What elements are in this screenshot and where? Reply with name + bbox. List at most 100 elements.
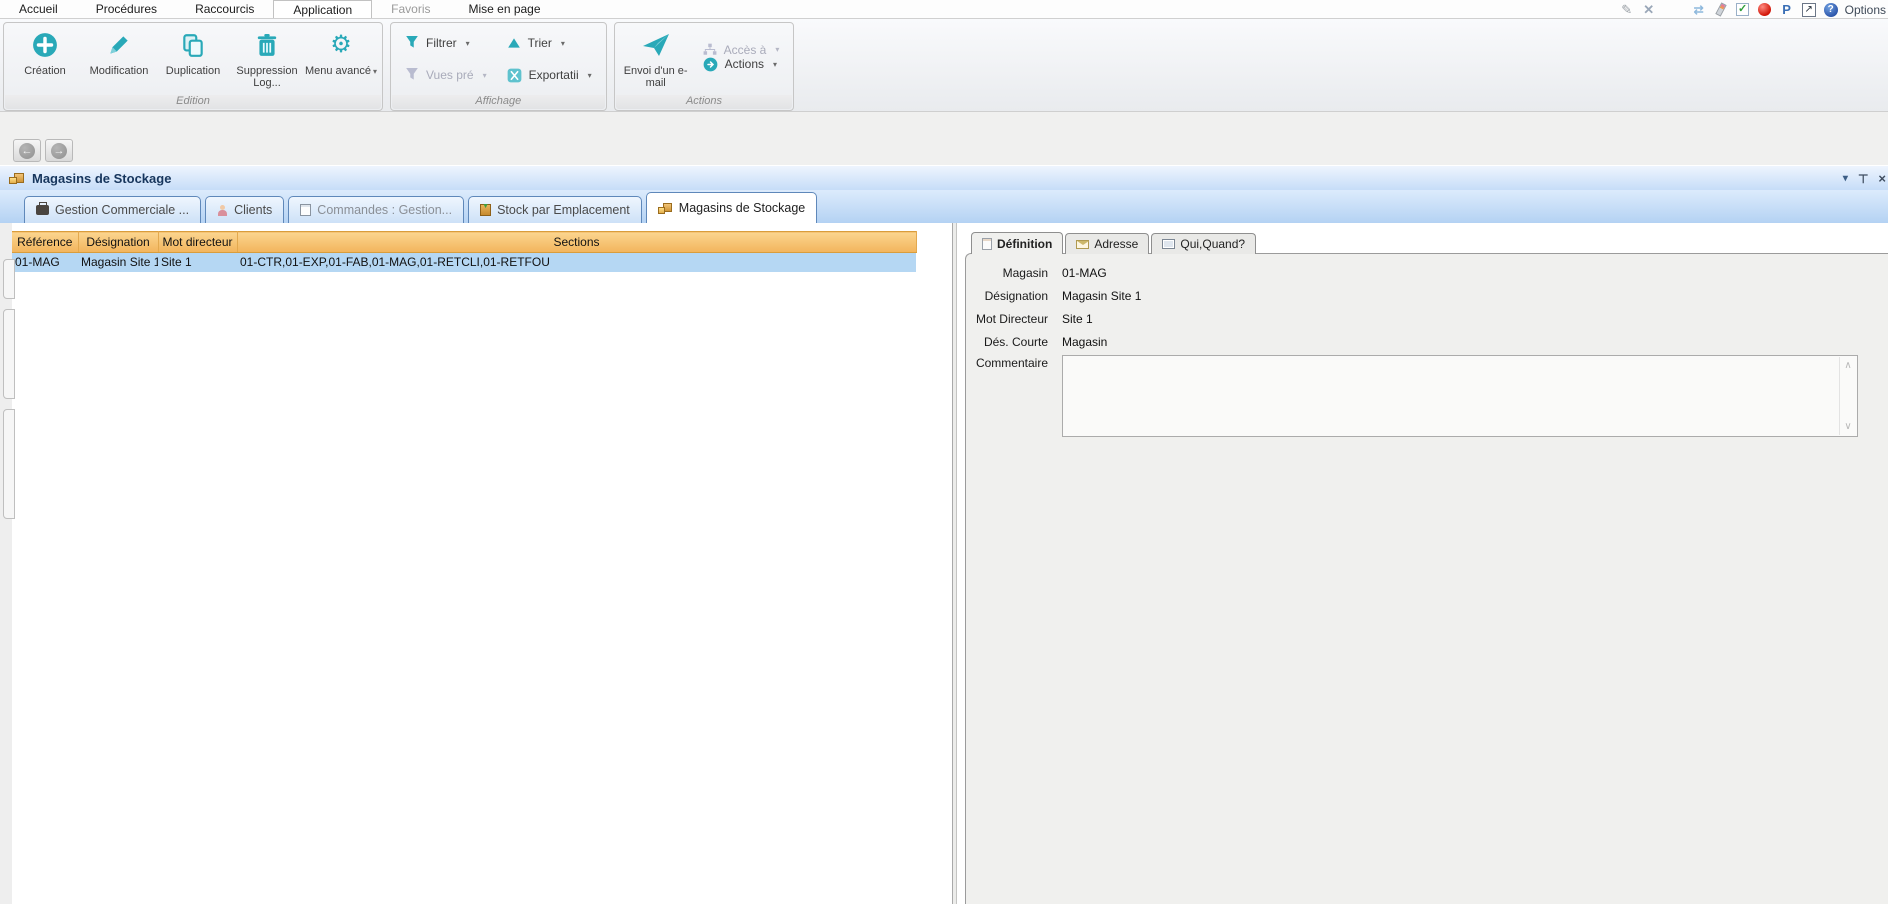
document-tab-strip: Gestion Commerciale ... Clients Commande… [0,190,1888,223]
back-arrow-icon: ← [19,143,35,159]
table-header-row: Référence Désignation Mot directeur Sect… [12,232,916,253]
monitor-icon [1162,239,1175,249]
tab-magasins-de-stockage[interactable]: Magasins de Stockage [646,192,817,223]
actions-button[interactable]: Actions ▾ [693,57,790,72]
plus-circle-icon [32,29,58,61]
column-header-mot-directeur[interactable]: Mot directeur [158,232,237,253]
forward-arrow-icon: → [51,143,67,159]
refresh-icon[interactable]: ⇄ [1691,2,1707,17]
trier-button[interactable]: Trier ▾ [497,36,602,50]
magasin-value[interactable]: 01-MAG [1062,266,1107,280]
des-courte-value[interactable]: Magasin [1062,335,1107,349]
tab-clients[interactable]: Clients [205,196,284,223]
tab-adresse[interactable]: Adresse [1065,233,1149,254]
tab-definition[interactable]: Définition [971,232,1063,254]
arrow-circle-icon [703,57,718,72]
p-icon[interactable]: P [1779,2,1795,17]
menu-bar: Accueil Procédures Raccourcis Applicatio… [0,0,1888,19]
pin-icon[interactable]: ⊤ [1858,172,1868,186]
page-title: Magasins de Stockage [32,171,171,186]
sidebar-collapsed-button[interactable] [3,309,15,399]
sidebar-collapsed-button[interactable] [3,409,15,519]
menu-favoris[interactable]: Favoris [372,0,449,18]
scroll-up-icon[interactable]: ∧ [1844,360,1851,371]
field-commentaire: Commentaire ∧ ∨ [957,353,1888,376]
collapsed-sidebar-strip [0,223,12,904]
titlebar-dropdown-icon[interactable]: ▾ [1843,173,1848,184]
field-mot-directeur: Mot Directeur Site 1 [957,307,1888,330]
menu-application[interactable]: Application [273,0,372,18]
comment-scrollbar[interactable]: ∧ ∨ [1839,357,1856,435]
document-title-bar: Magasins de Stockage ▾ ⊤ × [0,165,1888,190]
content-area: Référence Désignation Mot directeur Sect… [0,223,1888,904]
duplication-button[interactable]: Duplication [156,25,230,77]
tab-commandes[interactable]: Commandes : Gestion... [288,196,464,223]
menu-mise-en-page[interactable]: Mise en page [449,0,559,18]
sidebar-collapsed-button[interactable] [3,259,15,299]
record-icon[interactable] [1757,2,1773,17]
filtrer-button[interactable]: Filtrer ▾ [395,35,497,51]
detail-pane: Définition Adresse Qui,Quand? Magasin 01… [957,223,1888,904]
modification-button[interactable]: Modification [82,25,156,77]
caret-down-icon: ▾ [773,60,777,69]
briefcase-icon [36,205,49,215]
navigation-row: ← → [0,112,1888,165]
copy-icon [180,29,206,61]
column-header-sections[interactable]: Sections [237,232,916,253]
suppression-button[interactable]: Suppression Log... [230,25,304,89]
cancel-icon[interactable]: ✕ [1641,2,1657,17]
checklist-icon[interactable]: ✓ [1735,2,1751,17]
back-button[interactable]: ← [13,139,41,162]
popout-icon[interactable]: ↗ [1801,2,1817,17]
highlighter-icon[interactable] [1713,2,1729,17]
vues-predefinies-button[interactable]: Vues pré ▾ [395,67,497,83]
group-label-affichage: Affichage [392,95,605,109]
designation-value[interactable]: Magasin Site 1 [1062,289,1141,303]
field-magasin: Magasin 01-MAG [957,261,1888,284]
menu-procedures[interactable]: Procédures [77,0,176,18]
hierarchy-icon [703,43,717,56]
caret-down-icon: ▾ [588,71,592,80]
close-icon[interactable]: × [1878,171,1886,186]
warehouse-icon [658,202,673,215]
envoi-email-button[interactable]: Envoi d'un e-mail [619,25,693,89]
caret-down-icon: ▾ [466,39,470,48]
mot-directeur-value[interactable]: Site 1 [1062,312,1093,326]
column-header-reference[interactable]: Référence [12,232,78,253]
caret-down-icon: ▾ [483,71,487,80]
ribbon-group-affichage: Filtrer ▾ Trier ▾ Vues pré ▾ Exportatii … [390,22,607,111]
cell-mot-directeur: Site 1 [158,253,237,272]
forward-button[interactable]: → [45,139,73,162]
tab-qui-quand[interactable]: Qui,Quand? [1151,233,1256,254]
menu-accueil[interactable]: Accueil [0,0,77,18]
caret-down-icon: ▾ [775,45,779,54]
warehouse-icon [9,171,25,185]
menu-raccourcis[interactable]: Raccourcis [176,0,273,18]
validate-icon[interactable]: ✎ [1619,2,1635,17]
options-label[interactable]: Options [1845,3,1886,17]
definition-form: Magasin 01-MAG Désignation Magasin Site … [957,261,1888,376]
help-icon[interactable]: ? [1823,2,1839,17]
commentaire-textarea[interactable]: ∧ ∨ [1062,355,1858,437]
detail-tab-bar: Définition Adresse Qui,Quand? [971,233,1258,254]
envelope-icon [1076,240,1089,249]
cell-sections: 01-CTR,01-EXP,01-FAB,01-MAG,01-RETCLI,01… [237,253,916,272]
trash-icon [254,29,280,61]
field-des-courte: Dés. Courte Magasin [957,330,1888,353]
warehouse-table: Référence Désignation Mot directeur Sect… [12,231,917,272]
menu-avance-button[interactable]: ⚙ Menu avancé▾ [304,25,378,78]
excel-export-icon [507,68,522,83]
scroll-down-icon[interactable]: ∨ [1844,421,1851,432]
funnel-icon [405,35,419,51]
warehouse-list-pane: Référence Désignation Mot directeur Sect… [12,223,953,904]
creation-button[interactable]: Création [8,25,82,77]
pencil-icon [106,29,132,61]
document-icon [300,204,311,216]
ribbon-group-edition: Création Modification Duplication Suppre… [3,22,383,111]
tab-gestion-commerciale[interactable]: Gestion Commerciale ... [24,196,201,223]
table-row[interactable]: 01-MAG Magasin Site 1 Site 1 01-CTR,01-E… [12,253,916,272]
exportation-button[interactable]: Exportatii ▾ [497,68,602,83]
acces-a-button[interactable]: Accès à ▾ [693,43,790,57]
tab-stock-par-emplacement[interactable]: Stock par Emplacement [468,196,642,223]
column-header-designation[interactable]: Désignation [78,232,158,253]
